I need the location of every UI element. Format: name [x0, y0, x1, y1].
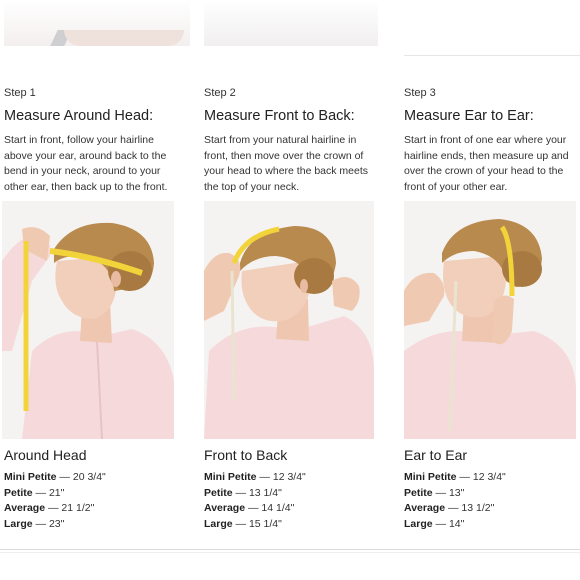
size-name: Petite [4, 486, 33, 499]
size-list-around-head: Mini Petite — 20 3/4" Petite — 21" Avera… [4, 470, 106, 532]
bottom-divider [0, 549, 580, 550]
step-2-column: Step 2 Measure Front to Back: Start from… [204, 86, 380, 195]
size-title-front-to-back: Front to Back [204, 447, 288, 463]
size-separator: — [32, 517, 49, 530]
size-title-around-head: Around Head [4, 447, 87, 463]
size-row: Mini Petite — 12 3/4" [404, 470, 506, 486]
size-separator: — [232, 517, 249, 530]
size-separator: — [456, 471, 473, 483]
size-row: Petite — 13 1/4" [204, 486, 306, 502]
size-value: 13" [448, 486, 465, 499]
size-value: 12 3/4" [272, 471, 306, 483]
size-row: Mini Petite — 20 3/4" [4, 470, 106, 486]
top-image-strip-1 [4, 0, 190, 46]
size-value: 20 3/4" [72, 471, 106, 483]
size-separator: — [245, 502, 262, 515]
size-row: Large — 14" [404, 517, 506, 533]
size-title-ear-to-ear: Ear to Ear [404, 447, 468, 463]
woman-measuring-around-head-icon [2, 201, 174, 439]
photo-measure-front-to-back [204, 201, 374, 439]
size-separator: — [45, 502, 62, 515]
step-1-column: Step 1 Measure Around Head: Start in fro… [4, 86, 180, 195]
step-1-label: Step 1 [4, 87, 36, 99]
size-value: 23" [48, 517, 65, 530]
size-value: 21" [48, 486, 65, 499]
photo-measure-around-head [2, 201, 174, 439]
size-value: 14 1/4" [261, 502, 295, 515]
size-name: Mini Petite [4, 471, 57, 483]
top-image-strip-2 [204, 0, 378, 46]
photo-measure-ear-to-ear [404, 201, 576, 439]
size-separator: — [232, 486, 249, 499]
size-name: Average [404, 502, 446, 515]
size-name: Petite [204, 486, 233, 499]
size-name: Mini Petite [404, 471, 457, 483]
size-row: Large — 15 1/4" [204, 517, 306, 533]
step-2-description: Start from your natural hairline in fron… [204, 134, 369, 193]
size-value: 13 1/2" [461, 502, 495, 515]
size-row: Large — 23" [4, 517, 106, 533]
size-value: 21 1/2" [61, 502, 95, 515]
step-3-label: Step 3 [404, 87, 436, 99]
size-row: Petite — 21" [4, 486, 106, 502]
strip-skin [64, 30, 184, 46]
bottom-divider-secondary [0, 552, 580, 553]
size-value: 12 3/4" [472, 471, 506, 483]
size-list-ear-to-ear: Mini Petite — 12 3/4" Petite — 13" Avera… [404, 470, 506, 532]
size-name: Average [204, 502, 246, 515]
size-name: Large [404, 517, 433, 530]
step-2-label: Step 2 [204, 87, 236, 99]
size-row: Mini Petite — 12 3/4" [204, 470, 306, 486]
size-row: Average — 13 1/2" [404, 501, 506, 517]
size-separator: — [256, 471, 273, 483]
step-1-title: Measure Around Head: [4, 108, 154, 124]
size-list-front-to-back: Mini Petite — 12 3/4" Petite — 13 1/4" A… [204, 470, 306, 532]
step-1-description: Start in front, follow your hairline abo… [4, 134, 168, 193]
size-name: Average [4, 502, 46, 515]
step-2-title: Measure Front to Back: [204, 108, 355, 124]
woman-measuring-ear-to-ear-icon [404, 201, 576, 439]
size-separator: — [445, 502, 462, 515]
size-separator: — [32, 486, 49, 499]
size-value: 15 1/4" [248, 517, 282, 530]
size-row: Petite — 13" [404, 486, 506, 502]
size-name: Petite [404, 486, 433, 499]
size-separator: — [56, 471, 73, 483]
size-separator: — [432, 517, 449, 530]
top-image-strip-3 [404, 0, 580, 56]
size-name: Large [4, 517, 33, 530]
size-name: Large [204, 517, 233, 530]
step-3-description: Start in front of one ear where your hai… [404, 134, 569, 193]
step-3-title: Measure Ear to Ear: [404, 108, 534, 124]
size-row: Average — 14 1/4" [204, 501, 306, 517]
step-3-column: Step 3 Measure Ear to Ear: Start in fron… [404, 86, 580, 195]
size-separator: — [432, 486, 449, 499]
woman-measuring-front-to-back-icon [204, 201, 374, 439]
size-name: Mini Petite [204, 471, 257, 483]
size-value: 13 1/4" [248, 486, 282, 499]
size-row: Average — 21 1/2" [4, 501, 106, 517]
size-value: 14" [448, 517, 465, 530]
